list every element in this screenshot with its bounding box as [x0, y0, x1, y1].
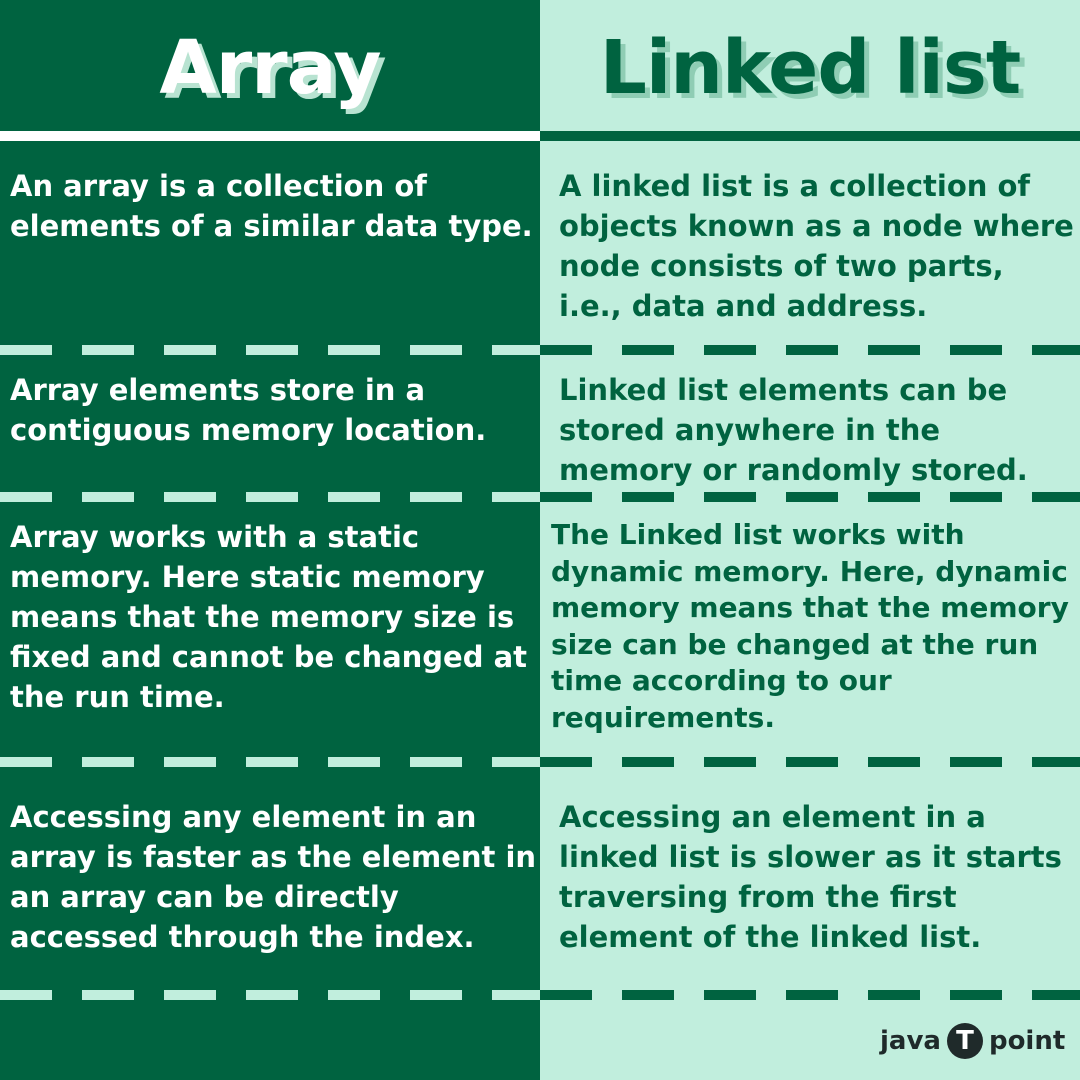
logo-t-icon: T — [946, 1023, 983, 1059]
javatpoint-logo: java T point — [880, 1020, 1065, 1062]
array-cell-1: An array is a collection of elements of … — [10, 169, 533, 243]
row-divider-1-left — [0, 345, 540, 355]
linked-list-cell-3: The Linked list works with dynamic memor… — [551, 518, 1069, 734]
row-divider-4-right — [540, 990, 1080, 1000]
linked-list-cell-2: Linked list elements can be stored anywh… — [559, 373, 1028, 487]
linked-list-heading: Linked list — [599, 25, 1022, 111]
linked-list-cell-1: A linked list is a collection of objects… — [559, 169, 1074, 323]
row-divider-2-right — [540, 492, 1080, 502]
row-divider-3-left — [0, 757, 540, 767]
array-cell-3: Array works with a static memory. Here s… — [10, 520, 528, 714]
logo-text-java: java — [880, 1026, 941, 1056]
array-cell-4: Accessing any element in an array is fas… — [10, 800, 537, 954]
array-cell-2: Array elements store in a contiguous mem… — [10, 373, 487, 447]
array-heading: Array — [159, 25, 381, 111]
row-divider-2-left — [0, 492, 540, 502]
row-divider-4-left — [0, 990, 540, 1000]
header-divider-right — [540, 131, 1080, 141]
logo-text-point: point — [988, 1026, 1066, 1056]
row-divider-3-right — [540, 757, 1080, 767]
header-divider-left — [0, 131, 540, 141]
linked-list-cell-4: Accessing an element in a linked list is… — [559, 800, 1062, 954]
row-divider-1-right — [540, 345, 1080, 355]
